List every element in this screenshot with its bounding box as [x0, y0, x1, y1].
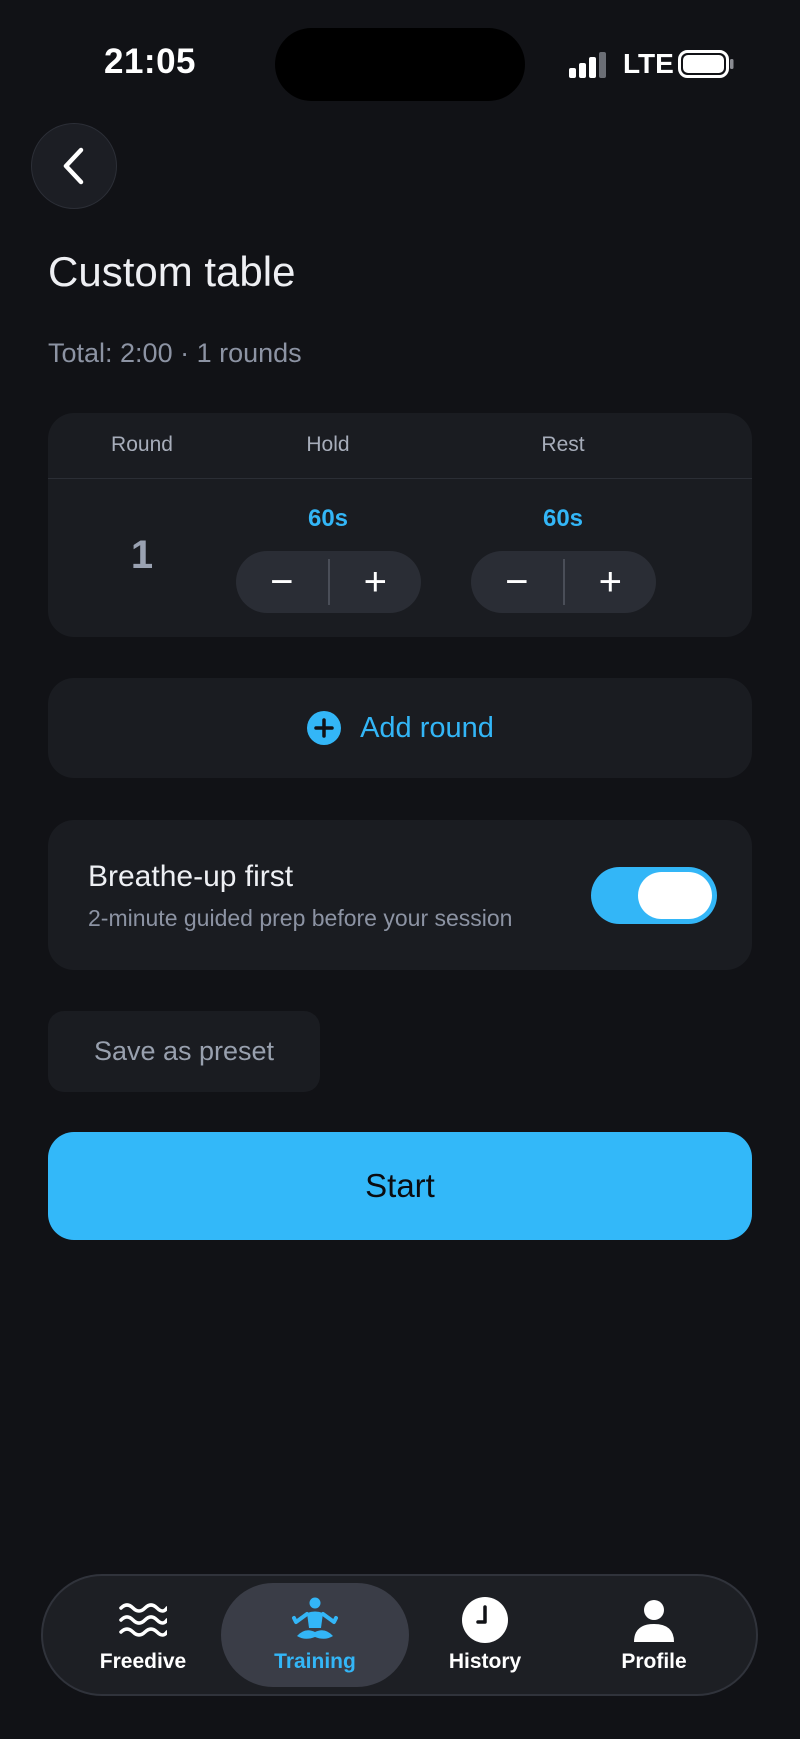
- save-preset-button[interactable]: Save as preset: [48, 1011, 320, 1092]
- round-number: 1: [130, 533, 154, 577]
- toggle-knob: [638, 872, 712, 919]
- signal-bars-icon: [569, 52, 606, 78]
- status-time: 21:05: [104, 42, 197, 81]
- person-icon: [634, 1600, 674, 1642]
- nav-item-freedive[interactable]: Freedive: [63, 1583, 223, 1687]
- hold-increment-button[interactable]: +: [330, 551, 422, 613]
- back-button[interactable]: [31, 123, 117, 209]
- column-header-round: Round: [111, 433, 173, 456]
- hold-stepper: − +: [236, 551, 421, 613]
- dynamic-island: [275, 28, 525, 101]
- breathe-up-toggle[interactable]: [591, 867, 717, 924]
- nav-label: Freedive: [99, 1650, 187, 1673]
- hold-value: 60s: [307, 505, 349, 532]
- rest-stepper: − +: [471, 551, 656, 613]
- rest-value: 60s: [542, 505, 584, 532]
- chevron-left-icon: [63, 147, 84, 185]
- network-type: LTE: [623, 48, 674, 79]
- plus-circle-icon: [307, 711, 342, 745]
- add-round-label: Add round: [360, 711, 494, 744]
- hold-decrement-button[interactable]: −: [236, 551, 328, 613]
- meditation-icon: [292, 1597, 338, 1639]
- start-button[interactable]: Start: [48, 1132, 752, 1240]
- nav-item-profile[interactable]: Profile: [574, 1583, 734, 1687]
- nav-label: Training: [274, 1650, 356, 1673]
- battery-full-icon: [678, 50, 734, 78]
- breathe-up-description: 2-minute guided prep before your session: [88, 905, 513, 931]
- rest-increment-button[interactable]: +: [565, 551, 657, 613]
- nav-label: History: [448, 1650, 522, 1673]
- column-header-rest: Rest: [541, 433, 585, 456]
- breathe-up-title: Breathe-up first: [88, 860, 294, 893]
- nav-label: Profile: [621, 1650, 687, 1673]
- session-summary: Total: 2:00 · 1 rounds: [48, 338, 302, 368]
- add-round-button[interactable]: Add round: [48, 678, 752, 778]
- column-header-hold: Hold: [306, 433, 350, 456]
- waves-icon: [119, 1603, 167, 1637]
- nav-item-history[interactable]: History: [405, 1583, 565, 1687]
- rest-decrement-button[interactable]: −: [471, 551, 563, 613]
- nav-item-training[interactable]: Training: [221, 1583, 409, 1687]
- table-divider: [48, 478, 752, 479]
- clock-icon: [462, 1597, 508, 1643]
- page-title: Custom table: [48, 248, 296, 295]
